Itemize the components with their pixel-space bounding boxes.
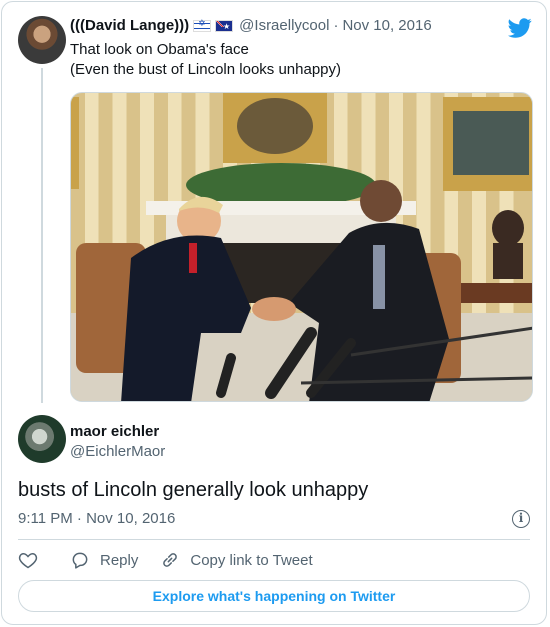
reply-author-name[interactable]: maor eichler (70, 423, 159, 440)
reply-button[interactable]: Reply (70, 550, 138, 570)
twitter-bird-icon[interactable] (508, 16, 532, 40)
israel-flag-icon (193, 18, 212, 32)
tweet-timestamp[interactable]: 9:11 PM · Nov 10, 2016 (18, 510, 175, 527)
explore-twitter-button[interactable]: Explore what's happening on Twitter (18, 580, 530, 612)
reply-bubble-icon (72, 552, 88, 569)
quoted-tweet-text-line2: (Even the bust of Lincoln looks unhappy) (70, 61, 342, 78)
copy-link-label: Copy link to Tweet (190, 551, 313, 569)
like-button[interactable] (18, 550, 48, 570)
heart-icon (18, 552, 38, 569)
quoted-author-avatar[interactable] (18, 16, 66, 64)
tweet-actions: Reply Copy link to Tweet (18, 548, 335, 572)
quoted-tweet-text: That look on Obama's face (Even the bust… (70, 40, 341, 80)
link-icon (163, 553, 178, 567)
right-person-head (360, 180, 402, 222)
australia-flag-icon (215, 19, 234, 33)
thread-connector-line (41, 68, 43, 403)
quoted-author-name[interactable]: (((David Lange))) (70, 17, 189, 34)
lincoln-bust (492, 210, 524, 246)
portrait-painting (237, 98, 313, 154)
photo-scene (71, 93, 532, 401)
copy-link-button[interactable]: Copy link to Tweet (160, 550, 313, 570)
reply-author-avatar[interactable] (18, 415, 66, 463)
embedded-tweet-card: (((David Lange))) @Israellycool · Nov 10… (1, 1, 547, 625)
reply-author-handle[interactable]: @EichlerMaor (70, 443, 165, 460)
quoted-tweet-text-line1: That look on Obama's face (70, 41, 249, 58)
side-table (456, 283, 532, 303)
actions-divider (18, 539, 530, 540)
quoted-tweet-header: (((David Lange))) @Israellycool · Nov 10… (70, 17, 432, 34)
landscape-painting (453, 111, 529, 175)
tweet-text: busts of Lincoln generally look unhappy (18, 479, 369, 501)
reply-label: Reply (100, 551, 139, 569)
left-painting-edge (71, 97, 79, 189)
quoted-tweet-date[interactable]: Nov 10, 2016 (342, 17, 431, 34)
info-icon[interactable]: i (512, 510, 530, 528)
meta-separator: · (333, 17, 339, 34)
tweet-photo[interactable] (70, 92, 533, 402)
handshake (252, 297, 296, 321)
quoted-author-handle[interactable]: @Israellycool (239, 17, 329, 34)
